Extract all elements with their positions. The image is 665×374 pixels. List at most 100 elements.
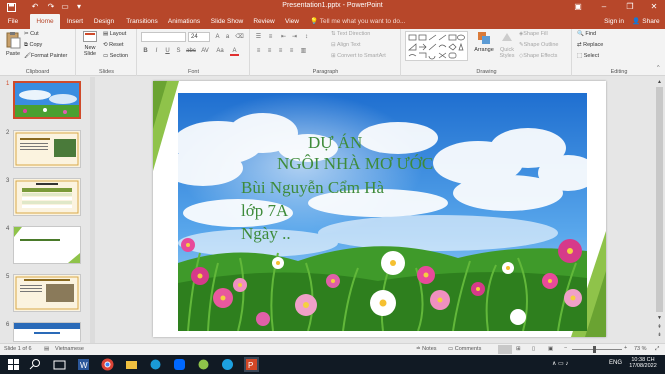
zoom-level[interactable]: 73 % [634,346,647,352]
slideshow-view-icon[interactable]: ▣ [548,346,553,352]
slide-body-line3[interactable]: Ngày .. [241,224,291,244]
minimize-button[interactable]: – [591,0,617,14]
increase-indent-icon[interactable]: ⇥ [290,33,299,42]
section-button[interactable]: ▭ Section [103,53,128,59]
fit-to-window-icon[interactable]: ⤢ [655,346,659,353]
scroll-up-icon[interactable]: ▲ [656,79,663,85]
edge-icon[interactable] [220,357,235,372]
file-explorer-icon[interactable] [124,357,139,372]
numbering-icon[interactable]: ≡ [266,33,275,42]
slide-sorter-icon[interactable]: ⊞ [516,346,521,352]
search-icon[interactable] [28,357,43,372]
reading-view-icon[interactable]: ▯ [532,346,535,352]
shrink-font-button[interactable]: a [223,33,232,42]
align-right-icon[interactable]: ≡ [276,47,285,56]
tab-review[interactable]: Review [250,14,278,29]
thumbs-scrollbar[interactable] [90,77,95,343]
app-icon-2[interactable] [196,357,211,372]
scroll-thumb[interactable] [656,87,663,312]
shapes-gallery[interactable] [405,31,468,61]
zalo-icon[interactable] [172,357,187,372]
strikethrough-button[interactable]: abc [185,47,197,56]
shape-outline-button[interactable]: ✎Shape Outline [519,42,558,48]
slide-body-line1[interactable]: Bùi Nguyễn Cẩm Hà [241,178,384,198]
thumbnail-slide-2[interactable] [13,130,81,168]
bullets-icon[interactable]: ☰ [254,33,263,42]
replace-button[interactable]: ⇄ Replace [577,42,603,48]
font-name-input[interactable] [141,32,186,42]
share-button[interactable]: 👤 Share [630,14,662,29]
close-button[interactable]: ✕ [641,0,665,14]
powerpoint-taskbar-icon[interactable]: P [244,357,259,372]
comments-button[interactable]: ▭ Comments [448,346,481,352]
chrome-icon[interactable] [100,357,115,372]
task-view-icon[interactable] [52,357,67,372]
decrease-indent-icon[interactable]: ⇤ [279,33,288,42]
align-left-icon[interactable]: ≡ [254,47,263,56]
thumbnail-slide-3[interactable] [13,178,81,216]
slide-title-line2[interactable]: NGÔI NHÀ MƠ ƯỚC [277,154,433,174]
paste-button[interactable]: Paste [3,31,23,57]
find-button[interactable]: 🔍 Find [577,31,596,37]
notes-button[interactable]: ≐ Notes [416,346,437,352]
language-status[interactable]: Vietnamese [55,346,84,352]
thumbnail-slide-6[interactable] [13,322,81,342]
arrange-button[interactable]: Arrange [473,31,495,53]
copy-button[interactable]: ⧉ Copy [24,42,42,49]
tell-me-box[interactable]: 💡 Tell me what you want to do... [310,14,405,29]
vertical-scrollbar[interactable]: ▲ ▼ ⇞ ⇟ [654,77,665,343]
italic-button[interactable]: I [152,47,161,56]
shadow-button[interactable]: S [174,47,183,56]
underline-button[interactable]: U [163,47,172,56]
grow-font-button[interactable]: A [213,33,222,42]
ribbon-display-options-icon[interactable]: ▣ [565,0,591,14]
bold-button[interactable]: B [141,47,150,56]
tab-insert[interactable]: Insert [62,14,88,29]
tab-view[interactable]: View [281,14,303,29]
new-slide-button[interactable]: New Slide [80,31,100,57]
columns-icon[interactable]: ▥ [299,47,308,56]
zoom-out-button[interactable]: − [564,345,567,351]
align-center-icon[interactable]: ≡ [265,47,274,56]
collapse-ribbon-icon[interactable]: ^ [657,65,660,71]
current-slide[interactable]: DỰ ÁN NGÔI NHÀ MƠ ƯỚC Bùi Nguyễn Cẩm Hà … [153,81,606,337]
convert-smartart-button[interactable]: ⊞ Convert to SmartArt [331,53,386,59]
zoom-slider[interactable] [572,349,622,350]
thumbnail-slide-1[interactable] [13,81,81,119]
quick-styles-button[interactable]: Quick Styles [497,31,517,59]
font-color-button[interactable]: A [230,47,239,56]
tab-file[interactable]: File [2,14,24,29]
slide-title-line1[interactable]: DỰ ÁN [308,133,362,153]
previous-slide-icon[interactable]: ⇞ [656,324,663,330]
cut-button[interactable]: ✂ Cut [24,31,39,37]
layout-button[interactable]: ▤ Layout [103,31,126,37]
sky-flowers-picture[interactable] [178,93,587,331]
system-tray-icons[interactable]: ∧ ▭ ♪ [552,360,568,367]
reset-button[interactable]: ⟲ Reset [103,42,124,48]
char-spacing-button[interactable]: AV [199,47,211,56]
shape-fill-button[interactable]: ◈Shape Fill [519,31,548,37]
thumbnail-slide-4[interactable] [13,226,81,264]
tab-slide-show[interactable]: Slide Show [207,14,247,29]
maximize-button[interactable]: ❐ [617,0,643,14]
scroll-down-icon[interactable]: ▼ [656,315,663,321]
clock[interactable]: 10:38 CH 17/08/2022 [628,357,658,369]
normal-view-icon[interactable] [498,345,512,354]
tab-home[interactable]: Home [30,14,60,29]
next-slide-icon[interactable]: ⇟ [656,332,663,338]
sign-in-link[interactable]: Sign in [603,14,625,29]
font-size-input[interactable]: 24 [188,32,210,42]
zoom-in-button[interactable]: + [624,345,627,351]
thumbnail-slide-5[interactable] [13,274,81,312]
change-case-button[interactable]: Aa [214,47,226,56]
justify-icon[interactable]: ≡ [287,47,296,56]
slide-body-line2[interactable]: lớp 7A [241,201,288,221]
align-text-button[interactable]: ⊟ Align Text [331,42,361,48]
word-icon[interactable]: W [76,357,91,372]
zoom-slider-handle[interactable] [593,346,596,353]
clear-formatting-icon[interactable]: ⌫ [235,33,244,42]
app-icon[interactable] [148,357,163,372]
spelling-icon[interactable]: ▤ [44,346,49,352]
windows-start-icon[interactable] [6,357,21,372]
select-button[interactable]: ⬚ Select [577,53,599,59]
